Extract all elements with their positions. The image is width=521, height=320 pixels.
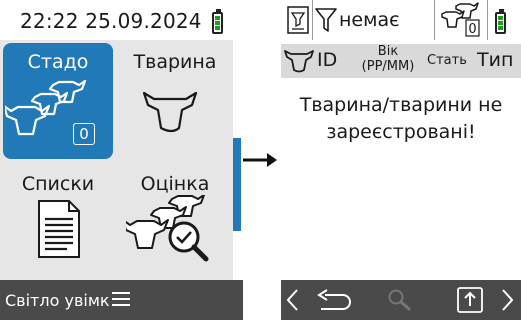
tile-evaluation[interactable]: Оцінка	[120, 163, 230, 279]
export-icon[interactable]	[457, 287, 483, 313]
filter-icon[interactable]	[315, 8, 337, 32]
main-menu-panel: 22:22 25.09.2024 Стадо 0 Тварина Списки	[0, 0, 243, 320]
tile-animal[interactable]: Тварина	[120, 43, 230, 159]
search-icon	[388, 289, 411, 311]
tile-evaluation-label: Оцінка	[140, 173, 210, 195]
menu-icon[interactable]	[112, 291, 130, 307]
herd-count-badge: 0	[73, 123, 95, 145]
arrow-right-icon	[243, 153, 277, 167]
chevron-left-icon[interactable]	[285, 288, 299, 312]
status-bar: 22:22 25.09.2024	[0, 0, 233, 40]
column-header-age-line1: Вік	[377, 44, 399, 59]
herd-icon: 0	[441, 2, 480, 37]
battery-icon	[495, 9, 506, 34]
table-header: ID Вік (РР/ММ) Стать Тип	[281, 44, 521, 78]
filter-list-icon[interactable]	[287, 6, 309, 34]
document-icon	[38, 200, 80, 258]
herd-search-icon	[126, 195, 209, 262]
empty-message-line1: Тварина/тварини не	[299, 94, 503, 116]
tile-herd[interactable]: Стадо 0	[3, 43, 113, 159]
back-icon[interactable]	[315, 289, 355, 311]
cow-head-icon	[142, 91, 198, 133]
tile-herd-label: Стадо	[27, 51, 89, 73]
column-header-age[interactable]: Вік (РР/ММ)	[353, 44, 423, 74]
list-footer	[281, 280, 521, 320]
light-status-text: Світло увімк	[5, 291, 110, 310]
column-header-type[interactable]: Тип	[477, 49, 513, 71]
animal-list: Тварина/тварини не зареєстровані!	[281, 78, 521, 280]
tile-animal-label: Тварина	[133, 51, 217, 73]
empty-list-message: Тварина/тварини не зареєстровані!	[281, 92, 521, 146]
list-status-bar: немає 0	[281, 0, 521, 40]
left-footer: Світло увімк	[0, 280, 243, 320]
tile-lists-label: Списки	[21, 173, 95, 195]
scrollbar[interactable]	[233, 138, 241, 231]
battery-icon	[212, 9, 223, 34]
clock: 22:22 25.09.2024	[20, 9, 202, 33]
column-header-age-line2: (РР/ММ)	[361, 59, 415, 74]
tile-lists[interactable]: Списки	[3, 163, 113, 279]
filter-label[interactable]: немає	[339, 9, 400, 31]
cow-head-icon	[284, 50, 314, 73]
column-header-id[interactable]: ID	[317, 49, 337, 71]
chevron-right-icon[interactable]	[501, 288, 515, 312]
column-header-sex[interactable]: Стать	[427, 53, 467, 68]
empty-message-line2: зареєстровані!	[326, 121, 476, 143]
herd-count: 0	[468, 22, 476, 37]
